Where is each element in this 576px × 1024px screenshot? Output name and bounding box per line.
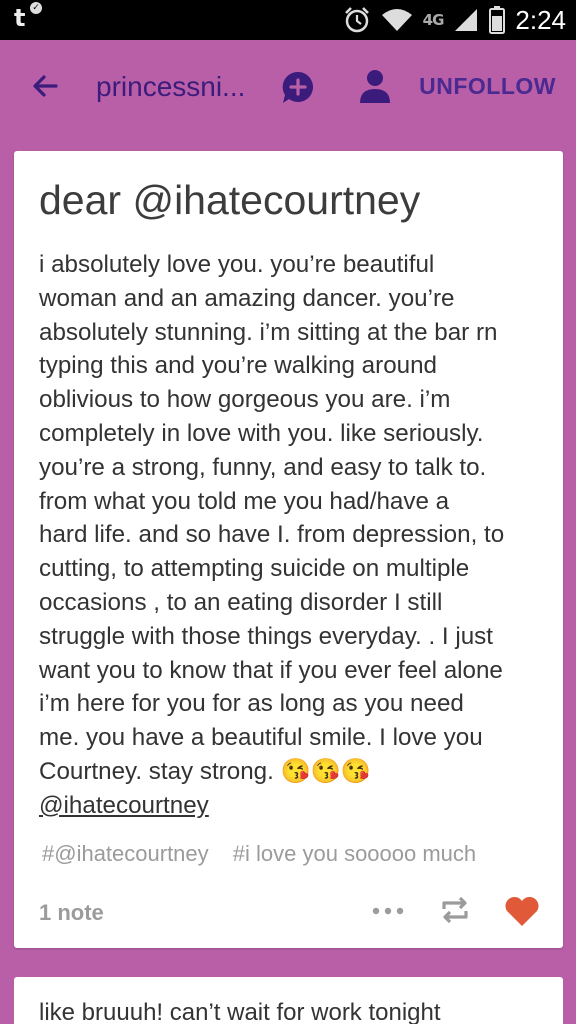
post-body: i absolutely love you. you’re beautiful … xyxy=(39,248,554,823)
app-bar: princessni... UNFOLLOW xyxy=(0,40,576,136)
notes-count[interactable]: 1 note xyxy=(39,900,104,926)
heart-icon[interactable] xyxy=(504,895,540,927)
next-post-text: like bruuuh! can’t wait for work tonight xyxy=(39,999,441,1024)
tumblr-notification-icon: t ✓ xyxy=(14,2,42,32)
network-type: 4G xyxy=(422,11,445,29)
back-arrow-icon[interactable] xyxy=(26,66,66,106)
user-icon[interactable] xyxy=(358,68,392,104)
post-card: dear @ihatecourtney i absolutely love yo… xyxy=(14,151,563,948)
battery-icon xyxy=(489,6,506,34)
post-title: dear @ihatecourtney xyxy=(39,177,421,223)
reblog-icon[interactable] xyxy=(438,895,472,925)
signal-icon xyxy=(455,9,478,31)
tag-item[interactable]: #i love you sooooo much xyxy=(233,841,476,866)
status-bar: t ✓ 4G 2:24 xyxy=(0,0,576,40)
alarm-icon xyxy=(344,7,369,33)
wifi-icon xyxy=(381,9,412,31)
mention-link[interactable]: @ihatecourtney xyxy=(39,789,554,823)
more-icon[interactable] xyxy=(370,899,406,923)
unfollow-button[interactable]: UNFOLLOW xyxy=(419,73,556,100)
blog-name[interactable]: princessni... xyxy=(96,71,245,103)
tag-item[interactable]: #@ihatecourtney xyxy=(42,841,209,866)
message-plus-icon[interactable] xyxy=(280,70,316,106)
next-post-card: like bruuuh! can’t wait for work tonight xyxy=(14,977,563,1024)
post-body-text: i absolutely love you. you’re beautiful … xyxy=(39,251,505,785)
clock: 2:24 xyxy=(515,4,566,35)
tag-list: #@ihatecourtney #i love you sooooo much xyxy=(42,841,552,867)
